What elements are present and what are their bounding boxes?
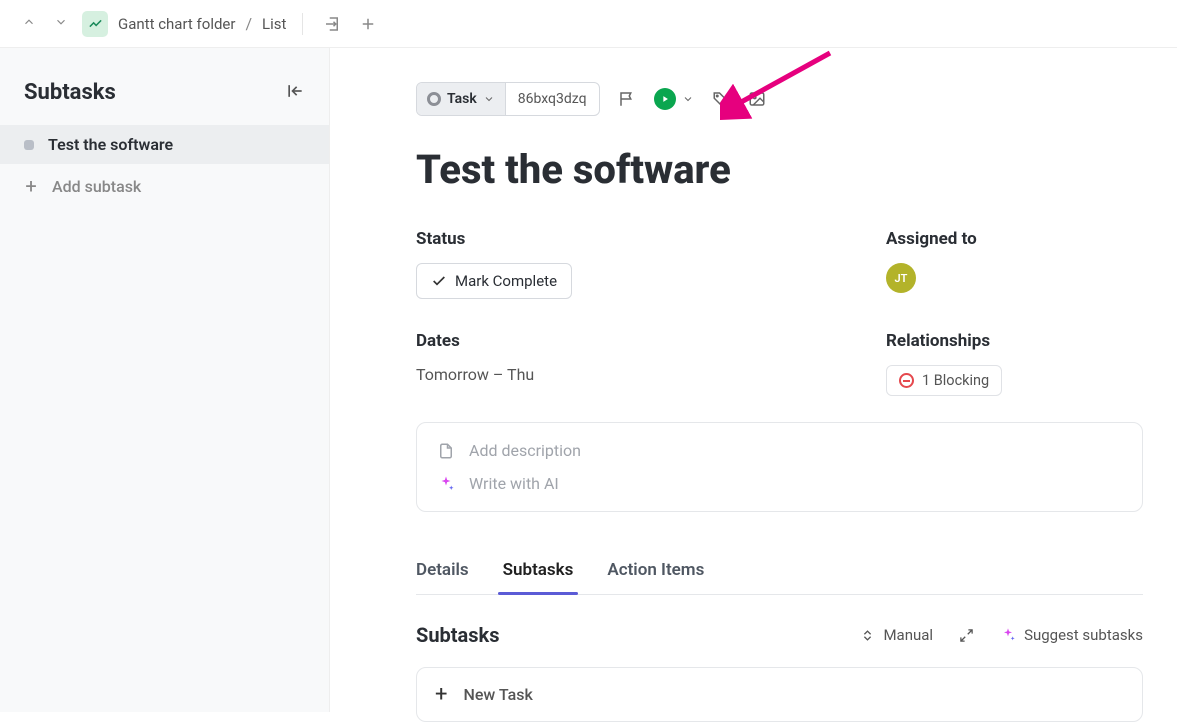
- subtasks-title: Subtasks: [416, 623, 499, 647]
- timer-group: [654, 88, 694, 110]
- tab-action-items[interactable]: Action Items: [607, 552, 704, 594]
- description-box: Add description Write with AI: [416, 422, 1143, 512]
- breadcrumb-folder[interactable]: Gantt chart folder: [118, 15, 235, 33]
- sparkle-icon: [437, 475, 455, 493]
- divider: [302, 13, 303, 35]
- nav-down-icon[interactable]: [50, 10, 72, 37]
- sort-label: Manual: [883, 626, 933, 644]
- document-icon: [437, 442, 455, 460]
- blocking-icon: [899, 373, 914, 388]
- check-icon: [431, 273, 447, 289]
- dates-value[interactable]: Tomorrow – Thu: [416, 365, 796, 384]
- chevron-down-icon[interactable]: [682, 93, 694, 105]
- tab-details[interactable]: Details: [416, 552, 469, 594]
- plus-icon: +: [435, 682, 447, 707]
- relationships-field: Relationships 1 Blocking: [886, 331, 1002, 396]
- blocking-text: 1 Blocking: [922, 372, 989, 389]
- relationships-label: Relationships: [886, 331, 1002, 351]
- chart-icon: [82, 11, 108, 37]
- task-status-bullet: [24, 140, 34, 150]
- add-icon[interactable]: [355, 11, 381, 37]
- assignee-avatar[interactable]: JT: [886, 263, 916, 293]
- task-id[interactable]: 86bxq3dzq: [506, 83, 599, 115]
- task-type-button[interactable]: Task: [417, 83, 506, 115]
- status-label: Status: [416, 229, 796, 249]
- nav-up-icon[interactable]: [18, 10, 40, 37]
- breadcrumb-separator: /: [245, 14, 252, 33]
- main-panel: Task 86bxq3dzq: [330, 48, 1177, 712]
- task-type-pill: Task 86bxq3dzq: [416, 82, 600, 116]
- expand-icon: [959, 628, 974, 643]
- image-icon[interactable]: [748, 90, 766, 108]
- subtasks-header: Subtasks Manual Suggest subtasks: [416, 623, 1143, 647]
- tabs: Details Subtasks Action Items: [416, 552, 1143, 595]
- sort-button[interactable]: Manual: [860, 626, 933, 644]
- fields-row-1: Status Mark Complete Assigned to JT: [416, 229, 1143, 299]
- add-subtask-button[interactable]: + Add subtask: [0, 164, 329, 208]
- mark-complete-label: Mark Complete: [455, 272, 557, 290]
- expand-button[interactable]: [959, 628, 974, 643]
- sidebar-item-task[interactable]: Test the software: [0, 125, 329, 164]
- assigned-field: Assigned to JT: [886, 229, 977, 299]
- task-toolbar: Task 86bxq3dzq: [416, 82, 1143, 116]
- add-description-button[interactable]: Add description: [437, 441, 1122, 460]
- sidebar-item-label: Test the software: [48, 135, 173, 154]
- breadcrumb[interactable]: Gantt chart folder / List: [118, 14, 286, 33]
- add-description-label: Add description: [469, 441, 581, 460]
- top-bar: Gantt chart folder / List: [0, 0, 1177, 48]
- flag-icon[interactable]: [618, 90, 636, 108]
- play-button[interactable]: [654, 88, 676, 110]
- status-circle-icon: [427, 92, 441, 106]
- breadcrumb-view[interactable]: List: [262, 15, 286, 33]
- sidebar: Subtasks Test the software + Add subtask: [0, 48, 330, 712]
- dates-field: Dates Tomorrow – Thu: [416, 331, 796, 396]
- tab-subtasks[interactable]: Subtasks: [503, 552, 574, 594]
- status-field: Status Mark Complete: [416, 229, 796, 299]
- sparkle-icon: [1000, 627, 1016, 643]
- export-icon[interactable]: [319, 11, 345, 37]
- task-title[interactable]: Test the software: [416, 146, 1143, 193]
- plus-icon: +: [24, 174, 38, 198]
- task-type-label: Task: [447, 91, 477, 107]
- chevron-down-icon: [483, 93, 495, 105]
- blocking-badge[interactable]: 1 Blocking: [886, 365, 1002, 396]
- new-task-button[interactable]: + New Task: [416, 667, 1143, 722]
- suggest-label: Suggest subtasks: [1024, 626, 1143, 644]
- suggest-subtasks-button[interactable]: Suggest subtasks: [1000, 626, 1143, 644]
- sidebar-title: Subtasks: [24, 80, 116, 105]
- dates-label: Dates: [416, 331, 796, 351]
- write-with-ai-label: Write with AI: [469, 474, 559, 493]
- assigned-label: Assigned to: [886, 229, 977, 249]
- add-subtask-label: Add subtask: [52, 177, 141, 196]
- sort-icon: [860, 628, 875, 643]
- mark-complete-button[interactable]: Mark Complete: [416, 263, 572, 299]
- write-with-ai-button[interactable]: Write with AI: [437, 474, 1122, 493]
- tag-icon[interactable]: [712, 90, 730, 108]
- collapse-sidebar-icon[interactable]: [285, 81, 305, 105]
- sidebar-header: Subtasks: [0, 80, 329, 125]
- subtasks-controls: Manual Suggest subtasks: [860, 626, 1143, 644]
- new-task-label: New Task: [463, 685, 532, 704]
- fields-row-2: Dates Tomorrow – Thu Relationships 1 Blo…: [416, 331, 1143, 396]
